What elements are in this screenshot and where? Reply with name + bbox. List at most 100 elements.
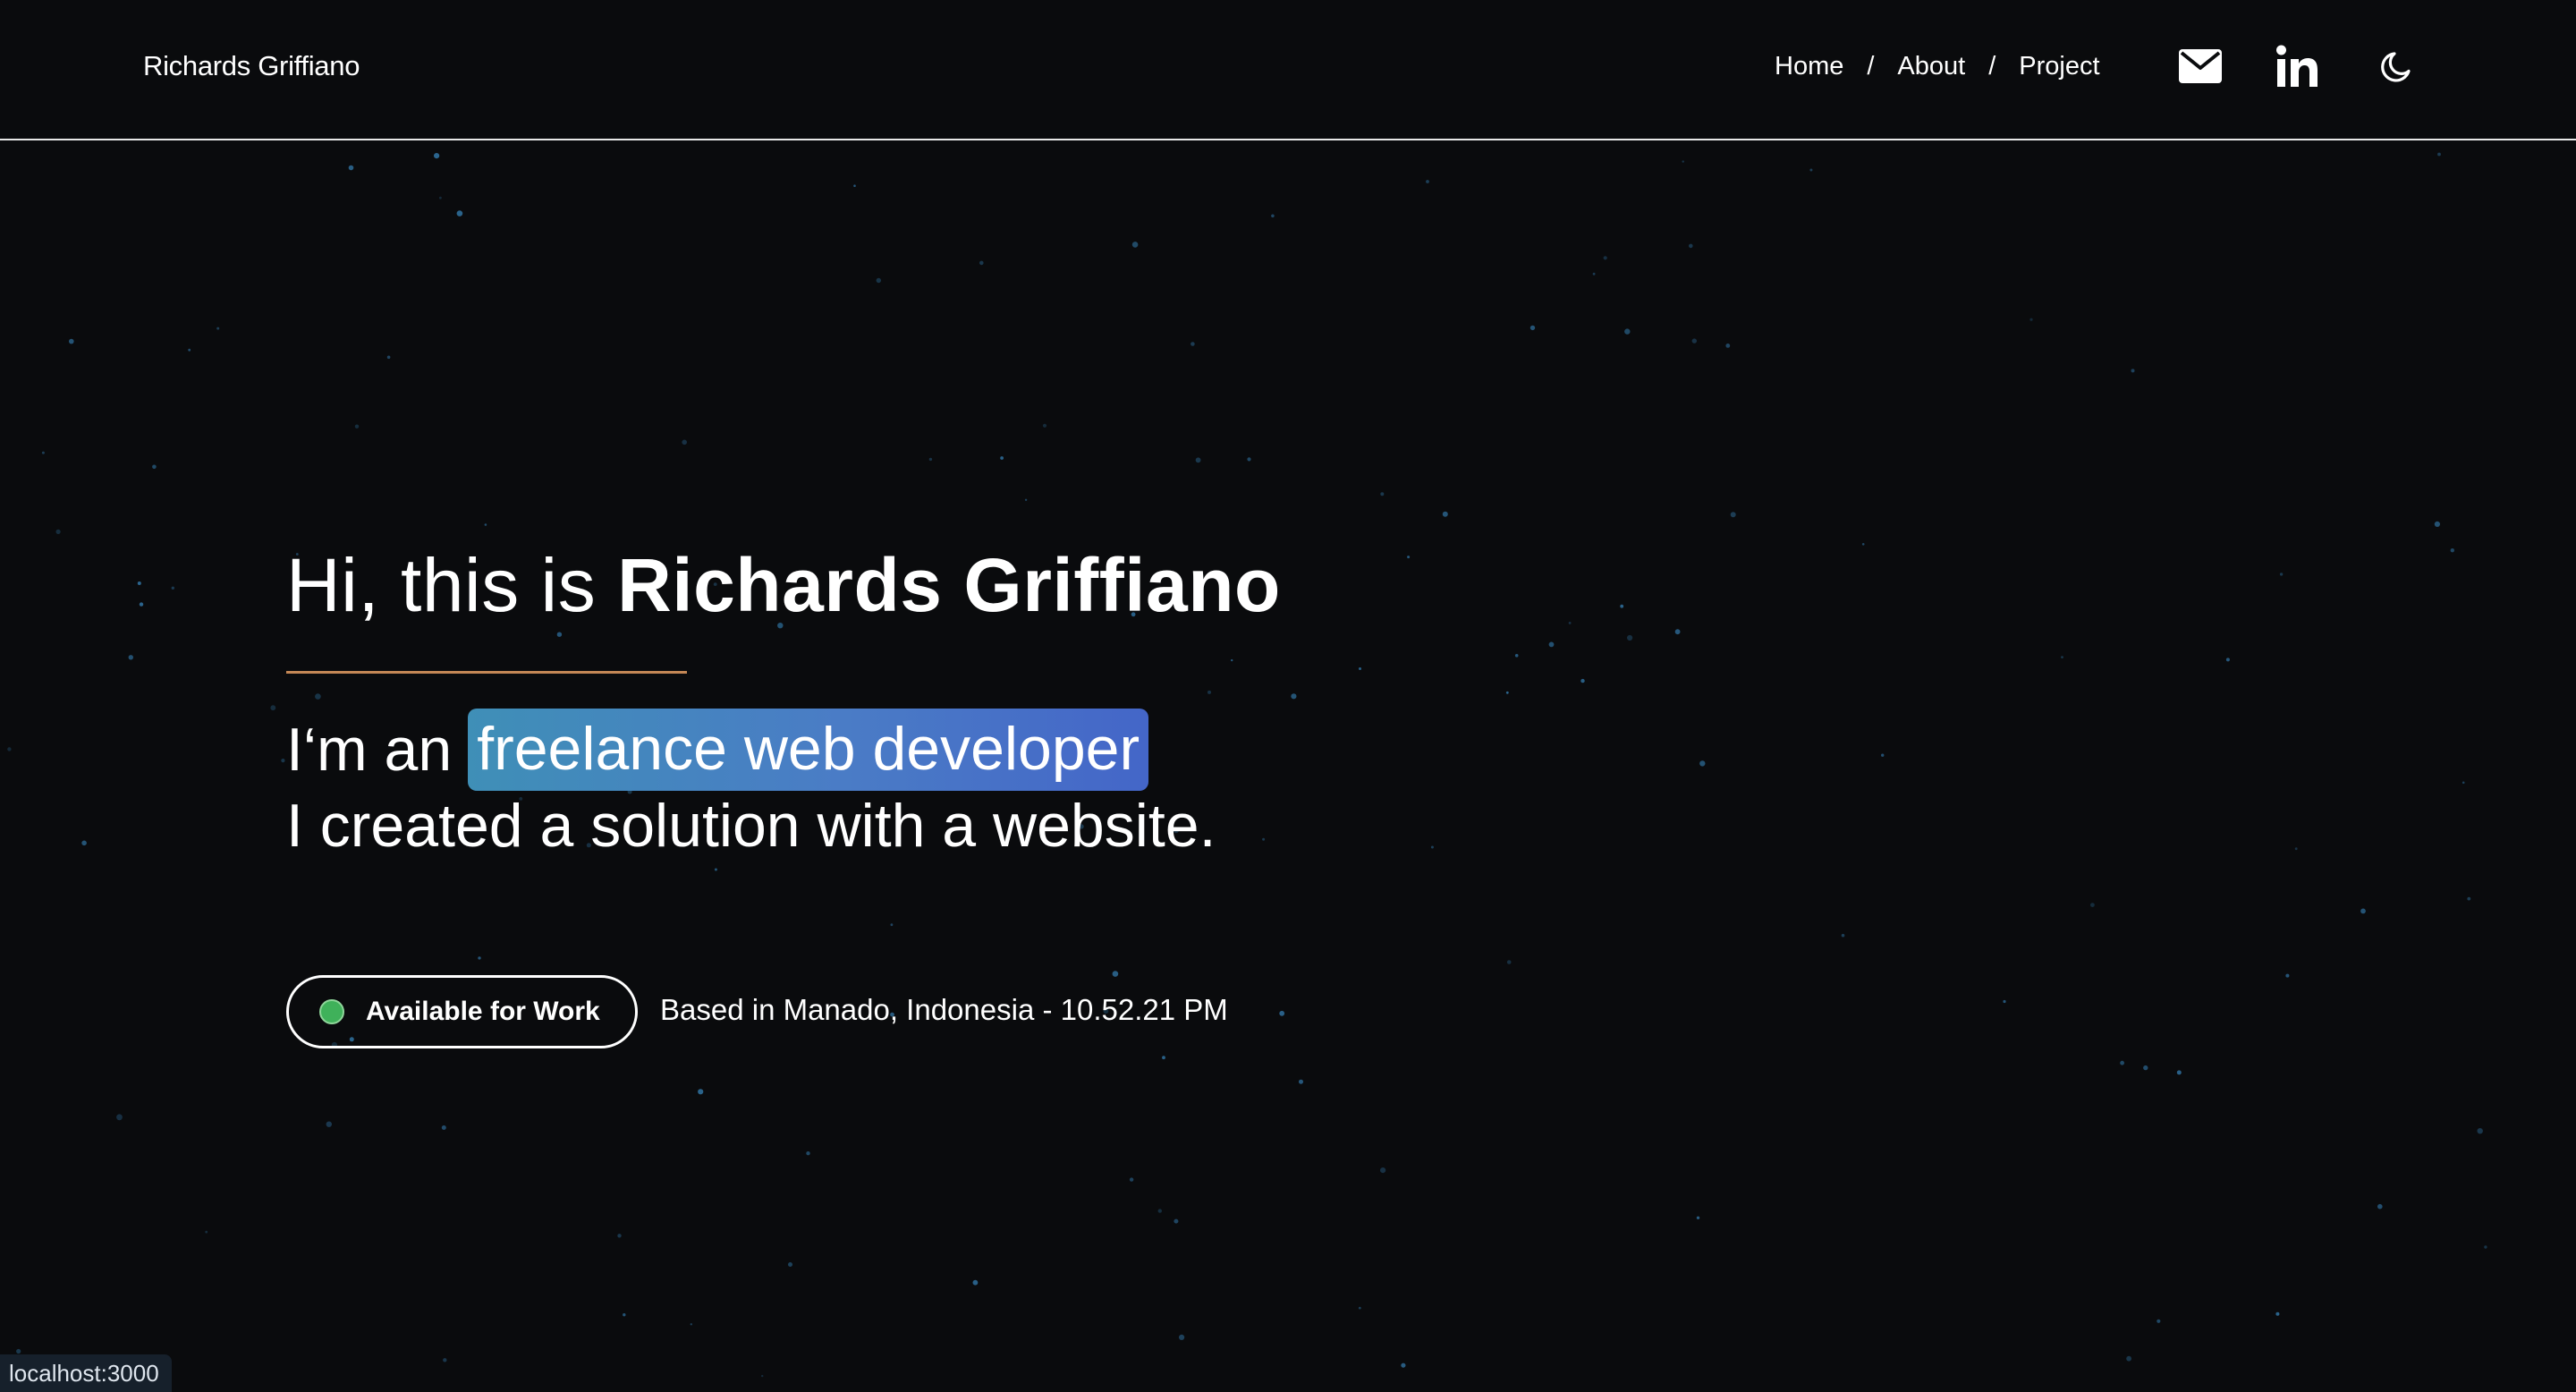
star-dot	[979, 260, 984, 266]
star-dot	[478, 956, 481, 960]
star-dot	[2377, 1203, 2383, 1210]
star-dot	[761, 1374, 764, 1378]
star-dot	[1291, 693, 1297, 700]
hero-role-prefix: I‘m an	[286, 716, 453, 784]
star-dot	[1271, 214, 1275, 218]
hero-divider	[286, 671, 687, 674]
star-dot	[386, 355, 391, 360]
star-dot	[2120, 1060, 2125, 1065]
star-dot	[2467, 896, 2471, 901]
star-dot	[1407, 556, 1411, 559]
star-dot	[1506, 960, 1512, 964]
star-dot	[2275, 1311, 2280, 1316]
star-dot	[2294, 847, 2298, 851]
star-dot	[1691, 338, 1698, 344]
star-dot	[1592, 272, 1596, 276]
hero-title: Hi, this is Richards Griffiano	[286, 542, 1281, 629]
star-dot	[2225, 658, 2230, 662]
star-dot	[788, 1262, 792, 1267]
star-dot	[171, 586, 174, 590]
star-dot	[315, 693, 321, 700]
availability-badge[interactable]: Available for Work	[286, 975, 638, 1048]
star-dot	[439, 196, 442, 199]
star-dot	[2279, 573, 2284, 576]
star-dot	[2003, 999, 2006, 1004]
star-dot	[2434, 521, 2440, 528]
star-dot	[443, 1358, 447, 1362]
linkedin-icon[interactable]	[2276, 45, 2318, 88]
star-dot	[456, 210, 463, 216]
star-dot	[806, 1151, 810, 1156]
availability-label: Available for Work	[366, 997, 600, 1026]
star-dot	[1548, 641, 1555, 648]
star-dot	[7, 747, 12, 751]
star-dot	[2462, 781, 2465, 785]
nav-separator: /	[1988, 52, 1996, 81]
star-dot	[1624, 328, 1631, 335]
star-dot	[1380, 492, 1385, 497]
star-dot	[2061, 656, 2063, 658]
nav-project[interactable]: Project	[2019, 52, 2099, 81]
star-dot	[1730, 512, 1736, 518]
star-dot	[2131, 369, 2135, 373]
hero-role-highlight: freelance web developer	[468, 709, 1149, 791]
hero-tagline: I created a solution with a website.	[286, 792, 1216, 860]
star-dot	[1279, 1010, 1285, 1016]
star-dot	[690, 1323, 692, 1326]
star-dot	[1514, 654, 1519, 658]
star-dot	[281, 759, 285, 763]
location-time: Based in Manado, Indonesia - 10.52.21 PM	[660, 993, 1228, 1026]
star-dot	[2477, 1128, 2483, 1134]
star-dot	[928, 457, 933, 462]
nav-home[interactable]: Home	[1775, 52, 1843, 81]
moon-icon[interactable]	[2379, 50, 2413, 84]
star-dot	[1580, 678, 1585, 683]
site-header: Richards Griffiano Home / About / Projec…	[0, 0, 2576, 140]
star-dot	[2157, 1319, 2161, 1323]
brand-logo[interactable]: Richards Griffiano	[143, 50, 360, 82]
star-dot	[890, 923, 894, 927]
star-dot	[1568, 622, 1572, 624]
star-dot	[1696, 1216, 1700, 1220]
nav-about[interactable]: About	[1897, 52, 1965, 81]
star-dot	[41, 451, 45, 454]
star-dot	[2450, 548, 2454, 553]
star-dot	[1380, 1167, 1386, 1174]
star-dot	[698, 1089, 704, 1095]
star-dot	[1195, 457, 1201, 463]
star-dot	[1174, 1218, 1179, 1224]
star-dot	[1401, 1362, 1406, 1368]
page: Richards Griffiano Home / About / Projec…	[0, 0, 2576, 1392]
star-dot	[441, 1125, 446, 1130]
star-dot	[1620, 604, 1624, 608]
star-dot	[1426, 180, 1429, 183]
starfield-background	[7, 152, 2487, 1378]
star-dot	[2484, 1245, 2487, 1249]
star-dot	[972, 1279, 979, 1286]
star-dot	[137, 581, 141, 585]
star-dot	[1299, 1079, 1303, 1084]
browser-status-url: localhost:3000	[0, 1354, 172, 1392]
star-dot	[1841, 933, 1845, 938]
star-dot	[1157, 1209, 1163, 1213]
star-dot	[2285, 973, 2290, 978]
star-dot	[1231, 658, 1233, 662]
hero-greeting: Hi, this is	[286, 543, 618, 627]
star-dot	[69, 338, 74, 344]
star-dot	[81, 840, 87, 846]
star-dot	[2176, 1070, 2182, 1075]
star-dot	[1112, 971, 1119, 977]
main-nav: Home / About / Project	[1775, 52, 2100, 81]
star-dot	[484, 523, 487, 526]
star-dot	[556, 632, 563, 637]
star-dot	[116, 1114, 123, 1121]
star-dot	[1359, 667, 1361, 670]
mail-icon[interactable]	[2179, 49, 2222, 83]
star-dot	[2143, 1065, 2148, 1071]
star-dot	[152, 464, 157, 470]
star-dot	[216, 327, 220, 330]
star-dot	[1430, 845, 1434, 849]
star-dot	[617, 1234, 622, 1238]
star-dot	[1042, 423, 1047, 428]
star-dot	[1442, 511, 1448, 517]
